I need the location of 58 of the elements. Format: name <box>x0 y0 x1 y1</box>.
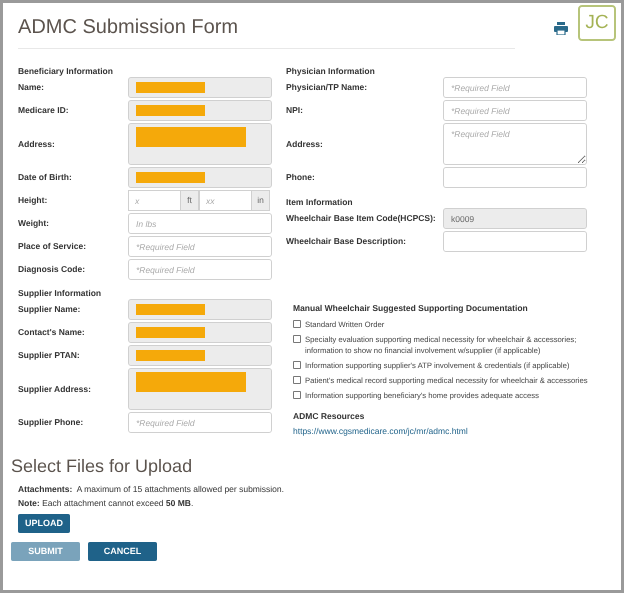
redaction-bar <box>136 350 205 361</box>
section-heading: Supplier Information <box>18 287 102 299</box>
field-label: Address: <box>286 138 324 150</box>
input-field[interactable]: x <box>128 190 181 211</box>
field-label: Supplier Address: <box>18 382 92 396</box>
section-heading: Manual Wheelchair Suggested Supporting Documentation <box>293 302 529 315</box>
field-label: Name: <box>18 81 45 94</box>
field-label: Phone: <box>286 171 316 184</box>
field-label: Contact's Name: <box>18 326 86 339</box>
section-heading: Physician Information <box>286 65 376 77</box>
field-label: Supplier Phone: <box>18 416 84 429</box>
section-heading: Beneficiary Information <box>18 65 114 77</box>
redaction-bar <box>136 327 205 338</box>
field-label: Medicare ID: <box>18 104 70 117</box>
input-field[interactable]: In lbs <box>128 213 272 234</box>
input-field[interactable] <box>443 231 587 252</box>
note-text: Note: Each attachment cannot exceed 50 MB. <box>18 497 194 510</box>
page-title: ADMC Submission Form <box>18 15 238 40</box>
field-label: NPI: <box>286 104 304 117</box>
redaction-bar <box>136 82 205 93</box>
field-label: Wheelchair Base Item Code(HCPCS): <box>286 212 437 225</box>
redaction-bar <box>136 304 205 315</box>
field-label: Supplier PTAN: <box>18 349 81 362</box>
checkbox[interactable] <box>293 334 301 343</box>
input-field[interactable]: *Required Field <box>128 236 272 257</box>
field-label: Place of Service: <box>18 240 88 253</box>
checkbox[interactable] <box>293 390 301 399</box>
input-field[interactable]: *Required Field <box>128 412 272 433</box>
checkbox[interactable] <box>293 360 301 369</box>
field-label: Height: <box>18 194 48 207</box>
redaction-bar <box>136 105 205 116</box>
avatar-badge: JC <box>578 5 616 41</box>
input-field[interactable] <box>443 167 587 188</box>
print-icon[interactable] <box>554 22 568 34</box>
text-area[interactable]: *Required Field <box>443 123 587 165</box>
checkbox[interactable] <box>293 376 301 384</box>
field-label: Weight: <box>18 217 50 230</box>
field-label: Supplier Name: <box>18 303 82 316</box>
section-heading: ADMC Resources <box>293 410 366 422</box>
cancel-button[interactable]: CANCEL <box>88 542 157 561</box>
unit-label: ft <box>181 190 199 211</box>
resource-link[interactable]: https://www.cgsmedicare.com/jc/mr/admc.html <box>293 424 468 438</box>
input-field[interactable]: *Required Field <box>443 100 587 121</box>
upload-button[interactable]: UPLOAD <box>18 514 70 534</box>
section-title: Select Files for Upload <box>11 455 194 478</box>
input-field[interactable]: xx <box>199 190 252 211</box>
unit-label: in <box>252 190 270 211</box>
field-label: Date of Birth: <box>18 171 73 184</box>
field-label: Address: <box>18 138 56 150</box>
input-field[interactable]: *Required Field <box>128 259 272 280</box>
note-text: Attachments: A maximum of 15 attachments allowed per submission. <box>18 483 285 496</box>
field-label: Physician/TP Name: <box>286 81 368 94</box>
input-field[interactable]: *Required Field <box>443 77 587 98</box>
field-label: Wheelchair Base Description: <box>286 235 407 248</box>
redaction-bar <box>136 172 205 183</box>
field-label: Diagnosis Code: <box>18 263 86 276</box>
section-heading: Item Information <box>286 196 354 208</box>
checkbox[interactable] <box>293 320 301 328</box>
